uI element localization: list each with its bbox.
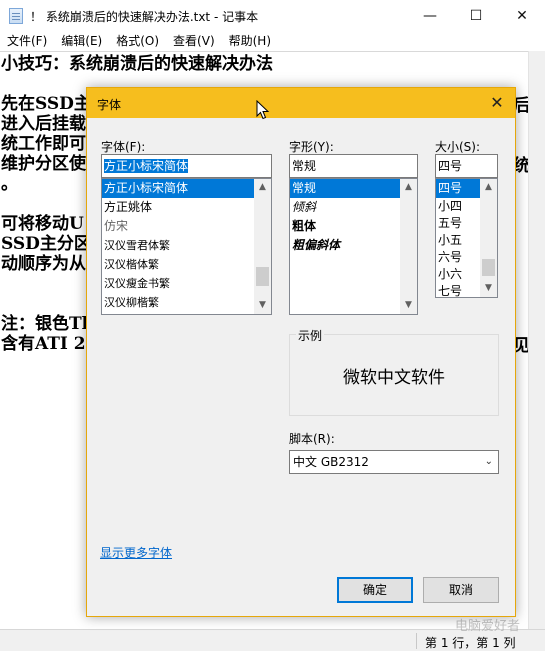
font-list-item[interactable]: 方正小标宋简体: [102, 179, 271, 198]
editor-scrollbar[interactable]: [528, 51, 545, 629]
font-dialog: 字体 ✕ 字体(F): 方正小标宋简体 方正小标宋简体 方正姚体 仿宋 汉仪雪君…: [86, 87, 516, 617]
script-label: 脚本(R):: [289, 432, 335, 446]
menu-help[interactable]: 帮助(H): [222, 31, 278, 51]
menu-edit[interactable]: 编辑(E): [54, 31, 109, 51]
font-input-value: 方正小标宋简体: [104, 159, 189, 173]
notepad-icon: [9, 8, 23, 24]
scroll-up-icon[interactable]: ▲: [480, 179, 497, 196]
mouse-cursor-icon: [256, 100, 270, 120]
style-label: 字形(Y):: [289, 140, 334, 154]
dialog-close-icon[interactable]: ✕: [487, 93, 507, 113]
size-list-scrollbar[interactable]: ▲ ▼: [480, 179, 497, 297]
script-select[interactable]: 中文 GB2312 ⌄: [289, 450, 499, 474]
size-input[interactable]: 四号: [435, 154, 498, 178]
font-list-item[interactable]: 汉仪雪君体繁: [102, 236, 271, 255]
close-button[interactable]: ✕: [499, 0, 545, 31]
style-list-item[interactable]: 粗体: [290, 217, 417, 236]
style-list-scrollbar[interactable]: ▲ ▼: [400, 179, 417, 314]
font-list-item[interactable]: 方正姚体: [102, 198, 271, 217]
script-value: 中文 GB2312: [293, 455, 369, 469]
style-list-item[interactable]: 倾斜: [290, 198, 417, 217]
scroll-down-icon[interactable]: ▼: [254, 297, 271, 314]
style-list-item[interactable]: 常规: [290, 179, 417, 198]
text-line: 小技巧：系统崩溃后的快速解决办法: [1, 54, 273, 74]
watermark: 电脑爱好者: [455, 619, 521, 634]
chevron-down-icon: ⌄: [484, 456, 493, 467]
cursor-position: 第 1 行，第 1 列: [425, 636, 516, 650]
minimize-button[interactable]: —: [407, 0, 453, 31]
style-input[interactable]: 常规: [289, 154, 418, 178]
scrollbar-thumb[interactable]: [256, 267, 269, 286]
dialog-title-bar: 字体 ✕: [87, 88, 515, 118]
scroll-up-icon[interactable]: ▲: [254, 179, 271, 196]
cancel-button[interactable]: 取消: [423, 577, 499, 603]
font-list-item[interactable]: 仿宋: [102, 217, 271, 236]
maximize-button[interactable]: ☐: [453, 0, 499, 31]
font-list-item[interactable]: 汉仪楷体繁: [102, 255, 271, 274]
sample-text: 微软中文软件: [343, 368, 445, 388]
font-input[interactable]: 方正小标宋简体: [101, 154, 272, 178]
menu-file[interactable]: 文件(F): [0, 31, 54, 51]
font-list-item[interactable]: 汉仪瘦金书繁: [102, 274, 271, 293]
size-list-item[interactable]: 四号: [436, 179, 480, 198]
window-title: ！ 系统崩溃后的快速解决办法.txt - 记事本: [30, 10, 259, 24]
style-list-item[interactable]: 粗偏斜体: [290, 236, 417, 255]
dialog-title: 字体: [97, 98, 122, 112]
sample-group: 示例 微软中文软件: [289, 327, 499, 416]
scroll-down-icon[interactable]: ▼: [480, 280, 497, 297]
font-list-scrollbar[interactable]: ▲ ▼: [254, 179, 271, 314]
title-bar: ！ 系统崩溃后的快速解决办法.txt - 记事本 — ☐ ✕: [0, 0, 545, 31]
show-more-fonts-link[interactable]: 显示更多字体: [100, 544, 172, 561]
font-label: 字体(F):: [101, 140, 146, 154]
scroll-up-icon[interactable]: ▲: [400, 179, 417, 196]
ok-button[interactable]: 确定: [337, 577, 413, 603]
size-list[interactable]: 四号 小四 五号 小五 六号 小六 七号 ▲ ▼: [435, 178, 498, 298]
menu-bar: 文件(F) 编辑(E) 格式(O) 查看(V) 帮助(H): [0, 31, 545, 51]
menu-view[interactable]: 查看(V): [166, 31, 222, 51]
sample-label: 示例: [296, 327, 325, 344]
size-label: 大小(S):: [435, 140, 481, 154]
menu-format[interactable]: 格式(O): [109, 31, 166, 51]
font-list-item[interactable]: 汉仪柳楷繁: [102, 293, 271, 312]
scrollbar-thumb[interactable]: [482, 259, 495, 276]
status-divider: [416, 633, 417, 649]
scroll-down-icon[interactable]: ▼: [400, 297, 417, 314]
style-list[interactable]: 常规 倾斜 粗体 粗偏斜体 ▲ ▼: [289, 178, 418, 315]
font-list[interactable]: 方正小标宋简体 方正姚体 仿宋 汉仪雪君体繁 汉仪楷体繁 汉仪瘦金书繁 汉仪柳楷…: [101, 178, 272, 315]
